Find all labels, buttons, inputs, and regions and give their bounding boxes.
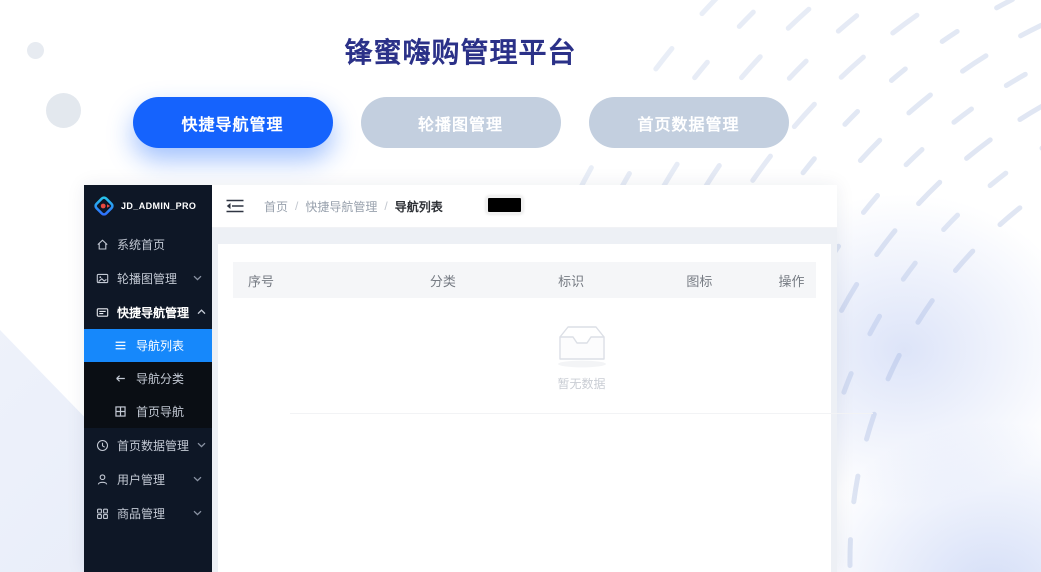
nav-panel-icon — [96, 306, 109, 319]
sidebar-item-goods[interactable]: 商品管理 — [84, 496, 212, 530]
grid-icon — [96, 507, 109, 520]
app-header: 首页 / 快捷导航管理 / 导航列表 — [212, 185, 837, 228]
column-header-category: 分类 — [379, 271, 507, 290]
arrow-left-icon — [114, 372, 127, 385]
sidebar-subitem-label: 首页导航 — [136, 403, 184, 420]
page: 锋蜜嗨购管理平台 快捷导航管理 轮播图管理 首页数据管理 — [0, 0, 1041, 572]
sidebar-subitem-label: 导航列表 — [136, 337, 184, 354]
empty-box-icon — [551, 319, 613, 369]
header-black-widget[interactable] — [486, 196, 523, 214]
sidebar-subitem-label: 导航分类 — [136, 370, 184, 387]
sidebar-item-system-home[interactable]: 系统首页 — [84, 227, 212, 261]
quick-nav-submenu: 导航列表 导航分类 首页导航 — [84, 329, 212, 428]
clock-icon — [96, 439, 109, 452]
pill-tabs: 快捷导航管理 轮播图管理 首页数据管理 — [84, 97, 837, 148]
menu-fold-icon[interactable] — [226, 199, 244, 213]
chevron-down-icon — [193, 510, 202, 516]
admin-app-window: JD_ADMIN_PRO 系统首页 轮播图管理 — [84, 185, 837, 572]
card-whitespace — [233, 414, 816, 572]
sidebar-item-carousel[interactable]: 轮播图管理 — [84, 261, 212, 295]
content-area: 序号 分类 标识 图标 操作 暂无数据 — [212, 228, 837, 572]
list-icon — [114, 339, 127, 352]
sidebar-item-quick-nav[interactable]: 快捷导航管理 — [84, 295, 212, 329]
breadcrumb-quick-nav[interactable]: 快捷导航管理 — [305, 198, 377, 215]
logo-text: JD_ADMIN_PRO — [121, 201, 196, 211]
empty-text: 暂无数据 — [557, 375, 605, 392]
home-icon — [96, 238, 109, 251]
chevron-down-icon — [193, 476, 202, 482]
user-icon — [96, 473, 109, 486]
chevron-down-icon — [197, 442, 206, 448]
table-card: 序号 分类 标识 图标 操作 暂无数据 — [218, 244, 831, 572]
dot-decoration-large — [46, 93, 81, 128]
diamond-logo-icon — [94, 196, 114, 216]
column-header-actions: 操作 — [764, 271, 817, 290]
main-area: 首页 / 快捷导航管理 / 导航列表 序号 分类 标识 图标 操作 — [212, 185, 837, 572]
sidebar-item-label: 快捷导航管理 — [117, 304, 189, 321]
image-icon — [96, 272, 109, 285]
tab-home-data-management[interactable]: 首页数据管理 — [589, 97, 789, 148]
sidebar-subitem-nav-list[interactable]: 导航列表 — [84, 329, 212, 362]
dot-decoration-small — [27, 42, 44, 59]
chevron-up-icon — [197, 309, 206, 315]
breadcrumb-separator: / — [295, 199, 298, 213]
sidebar-item-label: 系统首页 — [117, 236, 202, 253]
table-empty-state: 暂无数据 — [290, 298, 873, 414]
breadcrumb-current: 导航列表 — [395, 198, 443, 215]
logo[interactable]: JD_ADMIN_PRO — [84, 185, 212, 227]
sidebar-item-label: 用户管理 — [117, 471, 185, 488]
sidebar-item-users[interactable]: 用户管理 — [84, 462, 212, 496]
chevron-down-icon — [193, 275, 202, 281]
tab-quick-nav-management[interactable]: 快捷导航管理 — [133, 97, 333, 148]
sidebar-item-label: 商品管理 — [117, 505, 185, 522]
breadcrumb-separator: / — [384, 199, 387, 213]
column-header-key: 标识 — [507, 271, 635, 290]
sidebar: JD_ADMIN_PRO 系统首页 轮播图管理 — [84, 185, 212, 572]
sidebar-item-home-data[interactable]: 首页数据管理 — [84, 428, 212, 462]
breadcrumb-home[interactable]: 首页 — [264, 198, 288, 215]
breadcrumb: 首页 / 快捷导航管理 / 导航列表 — [264, 198, 443, 215]
sidebar-item-label: 首页数据管理 — [117, 437, 189, 454]
table-header-row: 序号 分类 标识 图标 操作 — [233, 262, 816, 298]
grid-cells-icon — [114, 405, 127, 418]
column-header-icon: 图标 — [635, 271, 763, 290]
column-header-index: 序号 — [233, 271, 379, 290]
tab-carousel-management[interactable]: 轮播图管理 — [361, 97, 561, 148]
sidebar-subitem-nav-category[interactable]: 导航分类 — [84, 362, 212, 395]
page-title: 锋蜜嗨购管理平台 — [84, 31, 837, 71]
sidebar-item-label: 轮播图管理 — [117, 270, 185, 287]
sidebar-subitem-home-nav[interactable]: 首页导航 — [84, 395, 212, 428]
